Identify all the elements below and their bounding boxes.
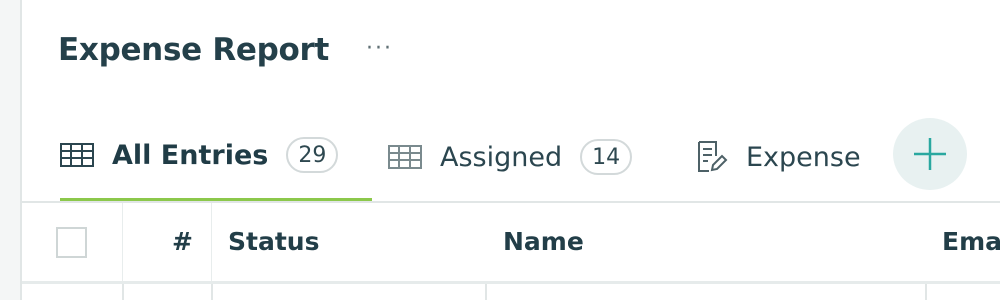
cell-divider: [211, 284, 213, 300]
add-view-button[interactable]: [893, 118, 967, 190]
table-icon: [60, 143, 94, 167]
tab-assigned[interactable]: Assigned 14: [388, 112, 633, 202]
tab-all-entries[interactable]: All Entries 29: [60, 112, 372, 202]
table-row[interactable]: [22, 284, 1000, 300]
tab-count-badge: 29: [286, 137, 339, 173]
left-panel-edge: [0, 0, 22, 300]
view-tabs: All Entries 29 Assigned 14 Expense: [22, 112, 1000, 204]
table-icon: [388, 145, 422, 169]
tab-label: All Entries: [112, 139, 269, 171]
column-divider: [122, 203, 123, 281]
column-divider: [211, 203, 212, 281]
tab-count-badge: 14: [580, 139, 633, 175]
tab-expense[interactable]: Expense: [694, 112, 861, 202]
page-title: Expense Report: [58, 32, 330, 68]
select-all-checkbox[interactable]: [56, 227, 87, 258]
plus-icon: [914, 138, 946, 170]
tab-label: Expense: [746, 141, 861, 173]
column-header-email[interactable]: Ema: [942, 227, 1000, 256]
cell-divider: [925, 284, 927, 300]
form-edit-icon: [694, 141, 728, 172]
more-options-icon[interactable]: ···: [366, 36, 393, 61]
cell-divider: [485, 284, 487, 300]
column-header-name[interactable]: Name: [503, 227, 584, 256]
table-header-row: # Status Name Ema: [22, 203, 1000, 284]
column-header-number[interactable]: #: [172, 227, 193, 256]
column-header-status[interactable]: Status: [228, 227, 319, 256]
cell-divider: [122, 284, 124, 300]
tab-label: Assigned: [440, 141, 563, 173]
